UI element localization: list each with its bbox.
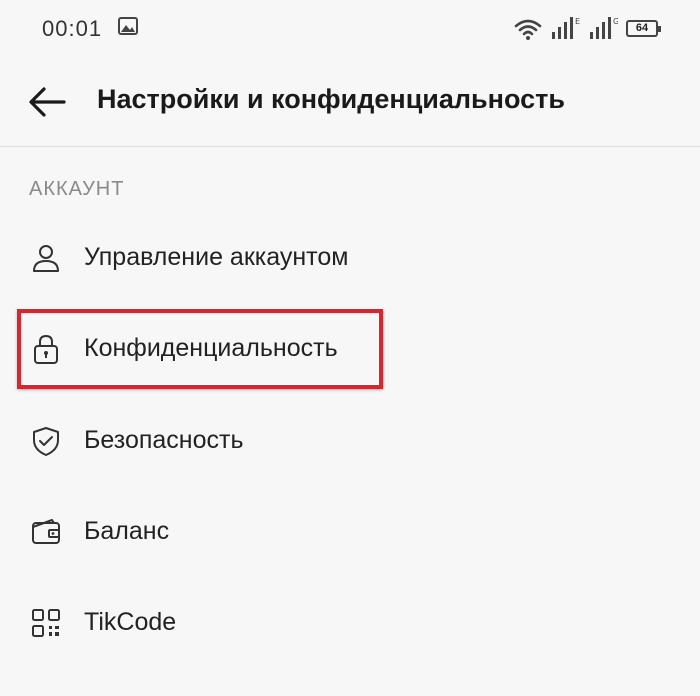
signal-icon-sim1: E [552,17,580,39]
section-header-account: АККАУНТ [29,178,125,200]
menu-item-label: Безопасность [84,426,244,454]
battery-level: 64 [635,22,649,34]
status-icons: E G 64 [514,14,661,40]
status-time: 00:01 [42,16,103,41]
menu-item-label: TikCode [84,608,177,636]
settings-screen: 00:01 E G 64 Настройки и конфиденциально… [0,0,700,696]
menu-item-label: Управление аккаунтом [84,243,349,271]
back-arrow-icon [29,87,66,117]
page-title: Настройки и конфиденциальность [97,84,565,114]
qr-code-icon [32,609,60,637]
app-header: Настройки и конфиденциальность [0,56,700,147]
menu-item-security[interactable]: Безопасность [0,403,700,479]
menu-item-balance[interactable]: Баланс [0,494,700,570]
lock-icon [34,334,58,364]
battery-indicator: 64 [626,20,661,37]
back-button[interactable] [26,81,68,123]
person-icon [33,245,59,272]
gallery-notification-icon [118,17,138,35]
menu-item-label: Конфиденциальность [84,334,338,362]
shield-icon [33,427,59,456]
svg-text:E: E [575,17,580,26]
menu-item-tikcode[interactable]: TikCode [0,585,700,661]
signal-icon-sim2: G [590,17,618,39]
menu-item-privacy[interactable]: Конфиденциальность [0,311,700,387]
wallet-icon [32,519,60,544]
status-bar: 00:01 E G 64 [0,0,700,56]
menu-item-account-management[interactable]: Управление аккаунтом [0,220,700,296]
svg-text:G: G [613,17,618,26]
wifi-icon [514,19,542,40]
menu-item-label: Баланс [84,517,170,545]
